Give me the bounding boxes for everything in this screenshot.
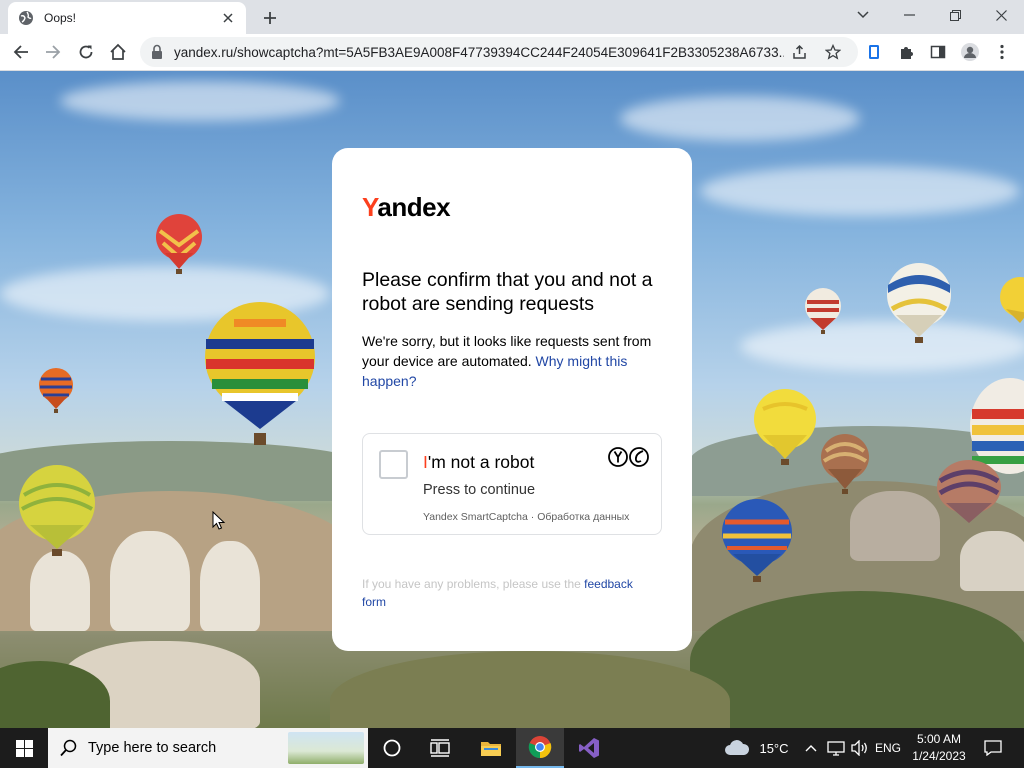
clock-time: 5:00 AM — [916, 732, 962, 746]
captcha-page: Yandex Please confirm that you and not a… — [0, 71, 1024, 728]
visual-studio-icon[interactable] — [566, 728, 612, 768]
menu-kebab-icon[interactable] — [988, 38, 1016, 66]
help-message: If you have any problems, please use the… — [362, 575, 652, 611]
browser-tab[interactable]: Oops! — [8, 2, 246, 34]
weather-cloud-icon[interactable] — [722, 728, 752, 768]
captcha-title-rest: 'm not a robot — [427, 452, 535, 472]
share-icon[interactable] — [790, 42, 810, 62]
profile-avatar-icon[interactable] — [956, 38, 984, 66]
chrome-taskbar-icon[interactable] — [516, 728, 564, 768]
captcha-subtitle: Press to continue — [423, 482, 536, 498]
show-hidden-icons-chevron-icon[interactable] — [800, 728, 822, 768]
logo-letter-y: Y — [362, 192, 378, 222]
address-bar[interactable]: yandex.ru/showcaptcha?mt=5A5FB3AE9A008F4… — [140, 37, 858, 67]
task-view-icon[interactable] — [418, 728, 462, 768]
puzzle-extensions-icon[interactable] — [892, 38, 920, 66]
home-button[interactable] — [104, 38, 132, 66]
browser-toolbar: yandex.ru/showcaptcha?mt=5A5FB3AE9A008F4… — [0, 34, 1024, 71]
back-button[interactable] — [7, 38, 35, 66]
search-placeholder: Type here to search — [88, 740, 217, 756]
windows-start-button[interactable] — [0, 728, 48, 768]
captcha-footer[interactable]: Yandex SmartCaptcha · Обработка данных — [423, 511, 629, 523]
bookmark-star-icon[interactable] — [823, 42, 843, 62]
system-clock[interactable]: 5:00 AM 1/24/2023 — [904, 731, 974, 765]
task-view-cortana-icon[interactable] — [370, 728, 414, 768]
side-panel-icon[interactable] — [924, 38, 952, 66]
input-language[interactable]: ENG — [872, 728, 904, 768]
lock-icon[interactable] — [150, 44, 166, 60]
description: We're sorry, but it looks like requests … — [362, 331, 667, 391]
not-a-robot-checkbox[interactable] — [379, 450, 408, 479]
help-text: If you have any problems, please use the — [362, 577, 581, 591]
mouse-cursor-icon — [212, 511, 226, 530]
yandex-logo: Yandex — [362, 192, 451, 223]
extension-icon[interactable] — [860, 38, 888, 66]
search-icon — [60, 739, 78, 757]
file-explorer-icon[interactable] — [468, 728, 514, 768]
reload-button[interactable] — [72, 38, 100, 66]
captcha-title: I'm not a robot — [423, 452, 534, 473]
url-text: yandex.ru/showcaptcha?mt=5A5FB3AE9A008F4… — [174, 44, 784, 60]
restore-button[interactable] — [932, 0, 978, 30]
logo-rest: andex — [377, 192, 451, 222]
tab-strip: Oops! — [0, 0, 1024, 34]
volume-icon[interactable] — [848, 728, 872, 768]
close-tab-icon[interactable] — [220, 10, 236, 26]
clock-date: 1/24/2023 — [912, 749, 966, 763]
globe-icon — [18, 10, 34, 26]
tab-search-button[interactable] — [840, 0, 886, 30]
network-icon[interactable] — [824, 728, 848, 768]
new-tab-button[interactable] — [256, 6, 284, 30]
smartcaptcha-logo-icon — [608, 446, 650, 468]
taskbar: Type here to search 15°C ENG 5:00 AM 1/2… — [0, 728, 1024, 768]
notifications-icon[interactable] — [978, 728, 1008, 768]
close-window-button[interactable] — [978, 0, 1024, 30]
taskbar-search-box[interactable]: Type here to search — [48, 728, 368, 768]
forward-button[interactable] — [39, 38, 67, 66]
minimize-button[interactable] — [886, 0, 932, 30]
page-title: Please confirm that you and not a robot … — [362, 269, 653, 315]
search-highlight-image — [288, 732, 364, 764]
weather-temperature[interactable]: 15°C — [754, 728, 794, 768]
captcha-card: Yandex Please confirm that you and not a… — [332, 148, 692, 651]
tab-title: Oops! — [44, 11, 77, 25]
smartcaptcha-widget[interactable]: I'm not a robot Press to continue Yandex… — [362, 433, 662, 535]
